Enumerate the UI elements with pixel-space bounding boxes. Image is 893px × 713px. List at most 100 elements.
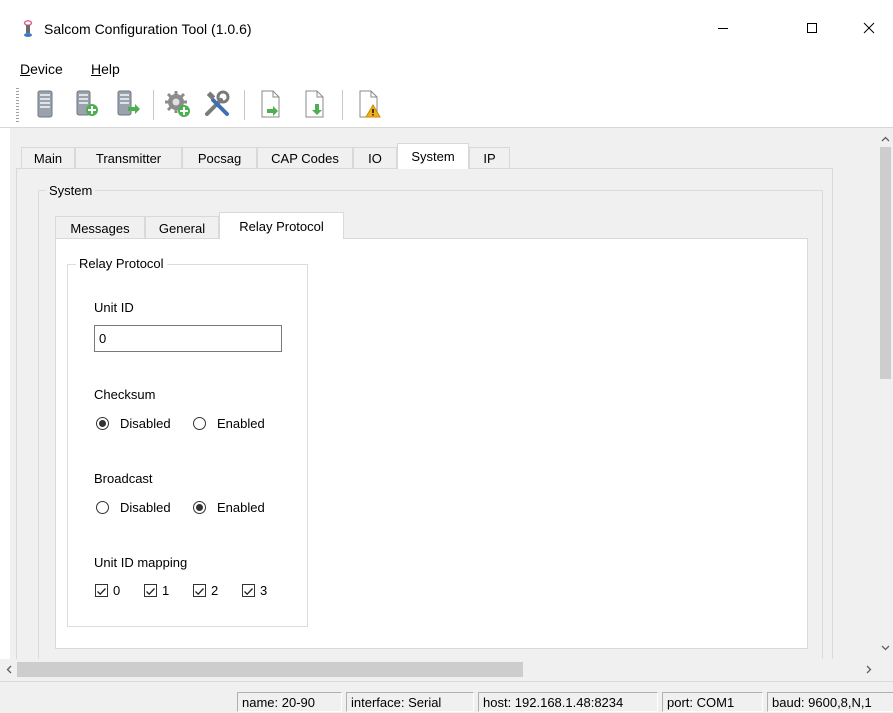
tab-relay-protocol[interactable]: Relay Protocol — [219, 212, 344, 239]
tab-transmitter-label: Transmitter — [95, 150, 162, 166]
mapping-checkbox-0[interactable] — [95, 584, 108, 597]
checksum-disabled-radio[interactable] — [96, 417, 109, 430]
toolbar-separator — [342, 90, 343, 120]
menu-device-mnemonic: D — [20, 61, 31, 77]
checkmark-icon — [244, 588, 253, 596]
mapping-checkbox-1[interactable] — [144, 584, 157, 597]
mapping-checkbox-3[interactable] — [242, 584, 255, 597]
tab-messages-label: Messages — [70, 220, 130, 236]
status-host: host: 192.168.1.48:8234 — [478, 692, 658, 712]
menu-device[interactable]: Device — [20, 61, 63, 77]
tab-ip-label: IP — [483, 150, 496, 166]
checkmark-icon — [97, 588, 106, 596]
checkmark-icon — [195, 588, 204, 596]
settings-add-button[interactable] — [163, 88, 193, 120]
tab-io[interactable]: IO — [353, 147, 397, 168]
document-warning-icon — [359, 90, 381, 118]
checksum-disabled-label[interactable]: Disabled — [120, 416, 171, 431]
unit-id-input[interactable] — [94, 325, 282, 352]
mapping-label-2[interactable]: 2 — [211, 583, 218, 598]
mapping-label-3[interactable]: 3 — [260, 583, 267, 598]
menu-help[interactable]: Help — [91, 61, 120, 77]
checkmark-icon — [146, 588, 155, 596]
chevron-left-icon — [6, 665, 12, 674]
minimize-icon — [718, 28, 728, 29]
scroll-left-button[interactable] — [2, 662, 16, 677]
status-baud: baud: 9600,8,N,1 — [767, 692, 893, 712]
mapping-checkbox-2[interactable] — [193, 584, 206, 597]
salcom-app-icon — [20, 20, 36, 38]
tab-general-label: General — [158, 220, 206, 236]
tools-button[interactable] — [202, 88, 232, 120]
relay-group-legend: Relay Protocol — [76, 256, 167, 271]
document-export-icon — [305, 90, 324, 118]
system-group-legend: System — [46, 183, 96, 198]
minimize-button[interactable] — [700, 0, 746, 56]
tab-main[interactable]: Main — [21, 147, 75, 168]
radio-selected-dot — [99, 420, 106, 427]
scroll-right-button[interactable] — [862, 662, 876, 677]
unit-id-label: Unit ID — [94, 300, 134, 315]
toolbar-grip[interactable] — [16, 88, 19, 122]
broadcast-enabled-radio[interactable] — [193, 501, 206, 514]
mapping-label-0[interactable]: 0 — [113, 583, 120, 598]
tab-system-label: System — [411, 149, 455, 164]
status-name: name: 20-90 — [237, 692, 342, 712]
toolbar-separator — [153, 90, 154, 120]
maximize-icon — [807, 23, 817, 33]
mapping-label-1[interactable]: 1 — [162, 583, 169, 598]
chevron-up-icon — [881, 136, 890, 142]
tab-system[interactable]: System — [397, 143, 469, 169]
server-icon — [37, 90, 53, 118]
toolbar-separator — [244, 90, 245, 120]
menu-help-label: elp — [101, 61, 120, 77]
close-icon — [863, 22, 875, 34]
import-file-button[interactable] — [256, 88, 286, 120]
unit-id-mapping-label: Unit ID mapping — [94, 555, 188, 570]
tab-general[interactable]: General — [145, 216, 219, 239]
scroll-down-button[interactable] — [878, 641, 893, 655]
window-title: Salcom Configuration Tool (1.0.6) — [44, 21, 252, 37]
add-device-button[interactable] — [72, 88, 102, 120]
checksum-enabled-radio[interactable] — [193, 417, 206, 430]
tab-pocsag-label: Pocsag — [197, 150, 242, 166]
relay-protocol-groupbox — [67, 264, 308, 627]
menu-help-mnemonic: H — [91, 61, 102, 77]
checksum-enabled-label[interactable]: Enabled — [217, 416, 265, 431]
broadcast-disabled-label[interactable]: Disabled — [120, 500, 171, 515]
document-import-icon — [261, 90, 280, 118]
tab-messages[interactable]: Messages — [55, 216, 145, 239]
menu-device-label: evice — [30, 61, 63, 77]
close-button[interactable] — [846, 0, 892, 56]
server-add-icon — [76, 90, 98, 116]
scroll-up-button[interactable] — [878, 132, 893, 146]
server-export-icon — [117, 90, 140, 116]
tab-main-label: Main — [33, 150, 63, 166]
status-interface: interface: Serial — [346, 692, 474, 712]
tab-relay-protocol-label: Relay Protocol — [239, 218, 324, 234]
status-port: port: COM1 — [662, 692, 763, 712]
tab-cap-codes[interactable]: CAP Codes — [257, 147, 353, 168]
broadcast-disabled-radio[interactable] — [96, 501, 109, 514]
tab-cap-codes-label: CAP Codes — [271, 150, 339, 166]
broadcast-label: Broadcast — [94, 471, 153, 486]
vertical-scroll-thumb[interactable] — [880, 147, 891, 379]
tab-transmitter[interactable]: Transmitter — [75, 147, 182, 168]
horizontal-scroll-thumb[interactable] — [17, 662, 523, 677]
warning-file-button[interactable] — [354, 88, 384, 120]
tab-pocsag[interactable]: Pocsag — [182, 147, 257, 168]
tools-icon — [205, 90, 230, 116]
tab-io-label: IO — [368, 150, 382, 166]
gear-add-icon — [165, 91, 190, 117]
tab-ip[interactable]: IP — [469, 147, 510, 168]
maximize-button[interactable] — [789, 0, 835, 56]
export-device-button[interactable] — [113, 88, 143, 120]
server-button[interactable] — [30, 88, 60, 120]
radio-selected-dot — [196, 504, 203, 511]
chevron-right-icon — [866, 665, 872, 674]
broadcast-enabled-label[interactable]: Enabled — [217, 500, 265, 515]
export-file-button[interactable] — [300, 88, 330, 120]
chevron-down-icon — [881, 645, 890, 651]
menu-bar — [0, 56, 893, 82]
checksum-label: Checksum — [94, 387, 156, 402]
